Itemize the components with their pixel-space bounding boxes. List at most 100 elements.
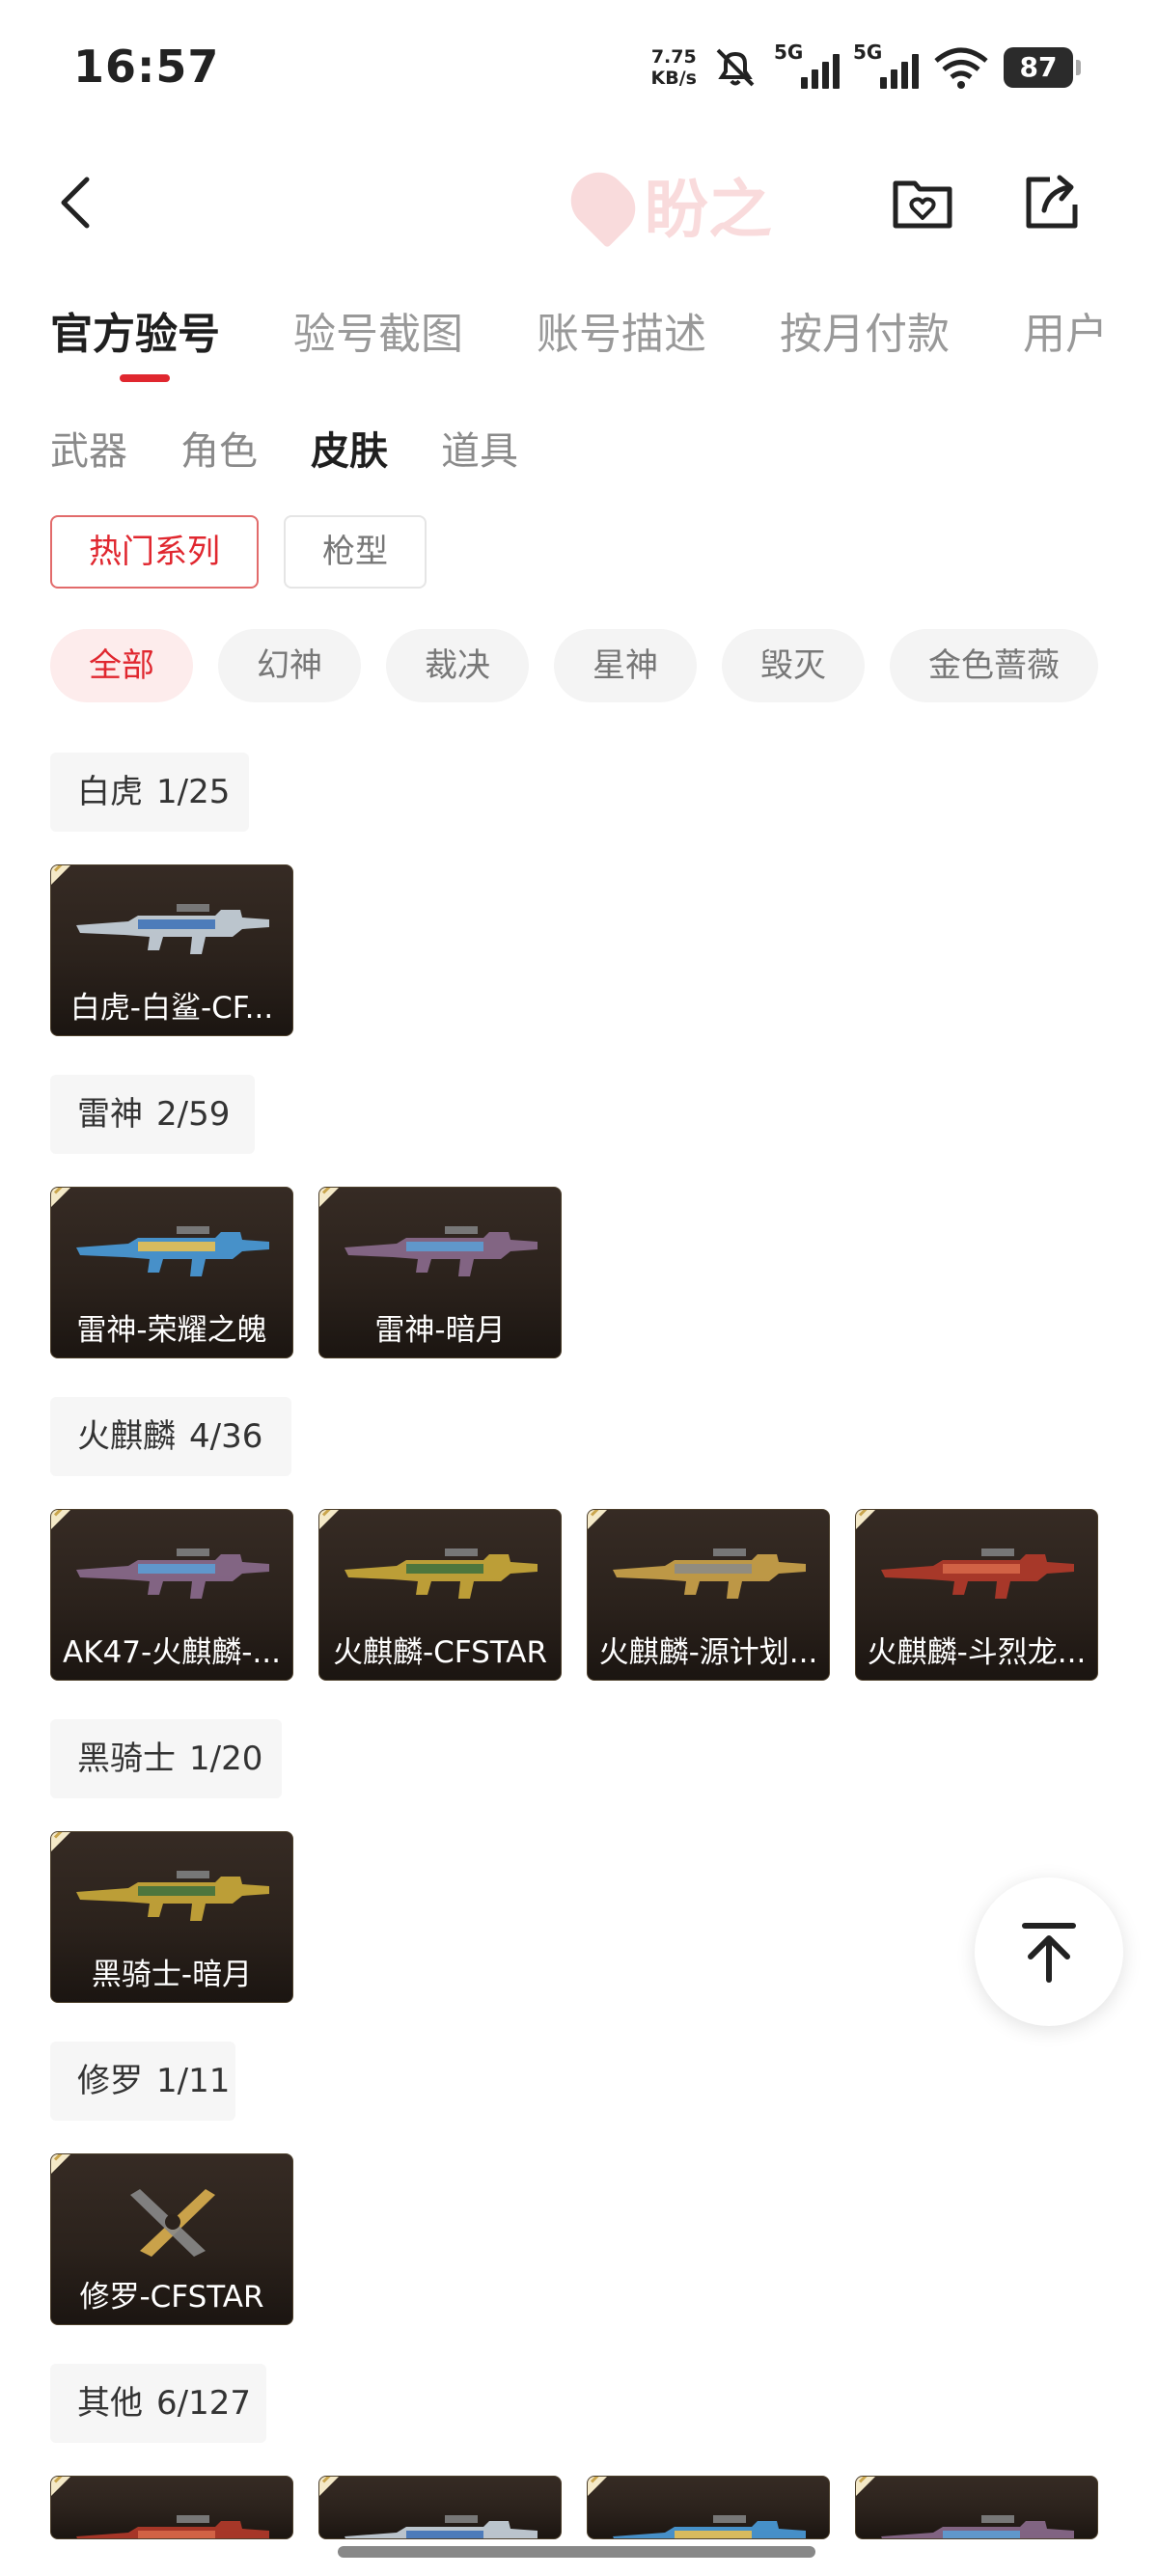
arrow-up-icon <box>1022 1923 1076 1983</box>
skin-name: 修罗-CFSTAR <box>79 2280 264 2315</box>
rifle-skin-icon <box>345 1226 538 1276</box>
skin-row <box>50 2476 1098 2539</box>
status-bar: 16:57 7.75 KB/s 5G 5G 87 <box>0 0 1158 135</box>
skin-name: 火麒麟-斗烈龙... <box>867 1635 1087 1670</box>
skin-name <box>588 2484 829 2538</box>
skin-name <box>319 2484 561 2538</box>
chip-all[interactable]: 全部 <box>50 629 193 702</box>
section-count: 2/59 <box>156 1095 231 1134</box>
skin-name: 雷神-荣耀之魄 <box>76 1313 267 1348</box>
tab-label: 验号截图 <box>293 310 463 359</box>
app-logo: 盼之 <box>559 156 865 253</box>
rifle-skin-icon <box>76 1548 269 1599</box>
section-name: 白虎 <box>77 773 143 811</box>
filter-buttons: 热门系列 枪型 <box>50 515 427 589</box>
skin-card[interactable]: 火麒麟-斗烈龙... <box>855 1509 1098 1681</box>
tab-screenshots[interactable]: 验号截图 <box>293 299 463 386</box>
signal-2-label: 5G <box>853 41 883 64</box>
favorite-folder-icon[interactable] <box>886 166 959 239</box>
skin-row: 白虎-白鲨-CF... <box>50 864 293 1036</box>
tab-official-check[interactable]: 官方验号 <box>50 299 220 386</box>
logo-text: 盼之 <box>645 173 772 247</box>
rifle-skin-icon <box>76 1871 269 1921</box>
skin-card[interactable]: 雷神-暗月 <box>318 1187 562 1358</box>
home-indicator[interactable] <box>338 2546 815 2558</box>
section-count: 1/20 <box>189 1740 263 1778</box>
skin-name: 白虎-白鲨-CF... <box>69 991 274 1026</box>
signal-1-label: 5G <box>774 41 804 64</box>
section-count: 1/11 <box>156 2062 231 2100</box>
skin-card[interactable] <box>318 2476 562 2539</box>
status-time: 16:57 <box>73 41 220 93</box>
back-to-top-button[interactable] <box>975 1877 1123 2026</box>
battery-icon: 87 <box>1004 47 1081 88</box>
skin-row: AK47-火麒麟-... 火麒麟-CFSTAR 火麒麟-源计划... 火麒麟-斗烈龙.… <box>50 1509 1098 1681</box>
skin-name <box>51 2484 292 2538</box>
subtab-items[interactable]: 道具 <box>441 420 518 476</box>
skin-card[interactable]: 修罗-CFSTAR <box>50 2153 293 2325</box>
tab-label: 官方验号 <box>50 310 220 359</box>
net-speed-value: 7.75 <box>650 46 697 68</box>
signal-2-icon: 5G <box>853 41 919 93</box>
skin-card[interactable] <box>855 2476 1098 2539</box>
section-name: 修罗 <box>77 2062 143 2100</box>
skin-row: 雷神-荣耀之魄 雷神-暗月 <box>50 1187 562 1358</box>
main-tabs: 官方验号 验号截图 账号描述 按月付款 用户 <box>50 299 1158 386</box>
tab-user[interactable]: 用户 <box>1023 299 1108 386</box>
subtab-weapons[interactable]: 武器 <box>50 420 127 476</box>
chip-huimie[interactable]: 毁灭 <box>722 629 865 702</box>
skin-name: 雷神-暗月 <box>374 1313 506 1348</box>
chip-caijue[interactable]: 裁决 <box>386 629 529 702</box>
active-tab-indicator <box>120 374 170 382</box>
skin-row: 黑骑士-暗月 <box>50 1831 293 2003</box>
section-title: 黑骑士 1/20 <box>50 1719 282 1798</box>
section-title: 其他 6/127 <box>50 2364 266 2443</box>
logo-pin-icon <box>559 160 648 249</box>
chip-golden-rose[interactable]: 金色蔷薇 <box>890 629 1098 702</box>
tab-account-desc[interactable]: 账号描述 <box>537 299 706 386</box>
battery-level: 87 <box>1019 51 1058 83</box>
section-count: 4/36 <box>189 1417 263 1456</box>
rifle-skin-icon <box>881 1548 1074 1599</box>
net-speed: 7.75 KB/s <box>651 46 697 89</box>
skin-name: 黑骑士-暗月 <box>91 1958 253 1992</box>
section-name: 黑骑士 <box>77 1740 176 1778</box>
section-name: 火麒麟 <box>77 1417 176 1456</box>
status-icons: 7.75 KB/s 5G 5G 87 <box>651 39 1081 96</box>
section-title: 白虎 1/25 <box>50 753 249 832</box>
skin-card[interactable]: 黑骑士-暗月 <box>50 1831 293 2003</box>
section-title: 雷神 2/59 <box>50 1075 255 1154</box>
mute-bell-icon <box>716 48 755 87</box>
skin-card[interactable]: 火麒麟-CFSTAR <box>318 1509 562 1681</box>
rifle-skin-icon <box>613 1548 806 1599</box>
rifle-skin-icon <box>345 1548 538 1599</box>
skin-name: AK47-火麒麟-... <box>63 1635 281 1670</box>
skin-card[interactable] <box>50 2476 293 2539</box>
skin-card[interactable] <box>587 2476 830 2539</box>
skin-card[interactable]: 白虎-白鲨-CF... <box>50 864 293 1036</box>
share-icon[interactable] <box>1015 166 1089 239</box>
tab-label: 账号描述 <box>537 310 706 359</box>
skin-card[interactable]: AK47-火麒麟-... <box>50 1509 293 1681</box>
subtab-skins[interactable]: 皮肤 <box>311 420 388 476</box>
tab-label: 按月付款 <box>780 310 950 359</box>
skin-name: 火麒麟-源计划... <box>598 1635 818 1670</box>
sub-tabs: 武器 角色 皮肤 道具 <box>50 420 518 476</box>
tab-monthly-pay[interactable]: 按月付款 <box>780 299 950 386</box>
signal-1-icon: 5G <box>774 41 840 93</box>
skin-card[interactable]: 火麒麟-源计划... <box>587 1509 830 1681</box>
tab-label: 用户 <box>1023 310 1108 359</box>
chip-huanshen[interactable]: 幻神 <box>218 629 361 702</box>
skin-row: 修罗-CFSTAR <box>50 2153 293 2325</box>
section-title: 火麒麟 4/36 <box>50 1397 291 1476</box>
filter-popular-series[interactable]: 热门系列 <box>50 515 259 589</box>
chip-xingshen[interactable]: 星神 <box>554 629 697 702</box>
subtab-roles[interactable]: 角色 <box>180 420 258 476</box>
section-title: 修罗 1/11 <box>50 2042 235 2121</box>
back-arrow-icon[interactable] <box>48 174 106 232</box>
filter-gun-type[interactable]: 枪型 <box>284 515 427 589</box>
knife-skin-icon <box>130 2189 215 2257</box>
section-count: 6/127 <box>156 2384 251 2423</box>
skin-card[interactable]: 雷神-荣耀之魄 <box>50 1187 293 1358</box>
rifle-skin-icon <box>76 904 269 954</box>
